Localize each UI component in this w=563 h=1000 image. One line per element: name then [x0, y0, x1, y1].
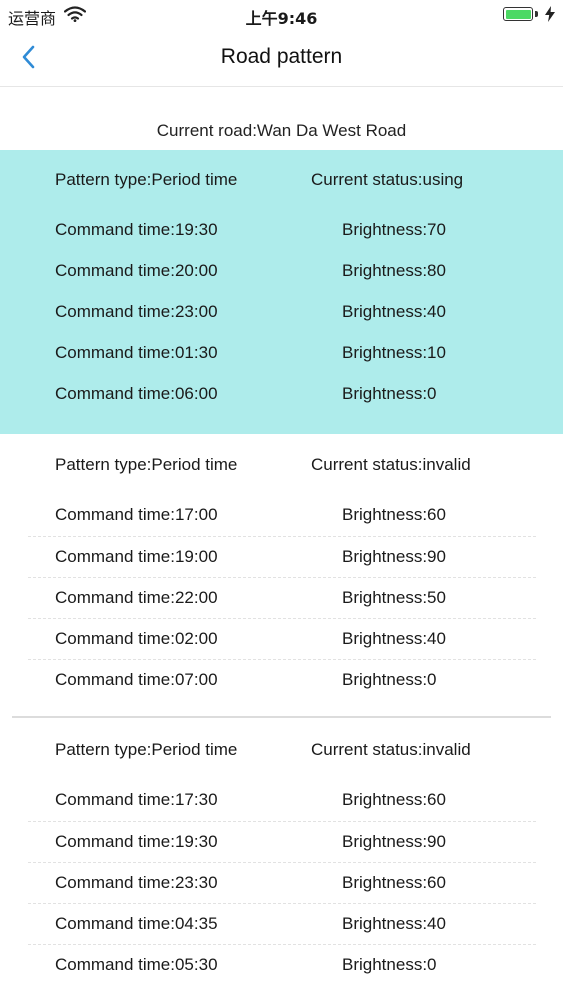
command-row: Command time:07:00 Brightness:0 — [28, 659, 536, 701]
pattern-header: Pattern type:Period time Current status:… — [0, 150, 563, 210]
brightness-value: Brightness:0 — [342, 384, 437, 403]
command-row: Command time:04:35 Brightness:40 — [28, 903, 536, 945]
brightness-value: Brightness:40 — [342, 629, 446, 648]
command-time: Command time:01:30 — [55, 343, 218, 362]
brightness-value: Brightness:70 — [342, 220, 446, 239]
brightness-value: Brightness:40 — [342, 914, 446, 933]
pattern-header: Pattern type:Period time Current status:… — [0, 435, 563, 495]
brightness-value: Brightness:0 — [342, 670, 437, 689]
current-road-label: Current road:Wan Da West Road — [156, 121, 407, 140]
command-time: Command time:02:00 — [55, 629, 218, 648]
command-time: Command time:19:30 — [55, 832, 218, 851]
brightness-value: Brightness:60 — [342, 505, 446, 524]
pattern-card[interactable]: Pattern type:Period time Current status:… — [0, 720, 563, 1000]
section-divider — [12, 716, 551, 718]
pattern-card[interactable]: Pattern type:Period time Current status:… — [0, 435, 563, 717]
command-row: Command time:20:00 Brightness:80 — [28, 251, 536, 292]
command-time: Command time:17:00 — [55, 505, 218, 524]
command-row: Command time:01:30 Brightness:10 — [28, 333, 536, 374]
brightness-value: Brightness:90 — [342, 547, 446, 566]
command-row: Command time:17:00 Brightness:60 — [28, 495, 536, 536]
pattern-type-label: Pattern type:Period time — [55, 455, 238, 474]
command-time: Command time:20:00 — [55, 261, 218, 280]
command-row: Command time:02:00 Brightness:40 — [28, 618, 536, 660]
brightness-value: Brightness:90 — [342, 832, 446, 851]
command-time: Command time:19:30 — [55, 220, 218, 239]
command-time: Command time:06:00 — [55, 384, 218, 403]
command-time: Command time:19:00 — [55, 547, 218, 566]
pattern-status-label: Current status:invalid — [311, 740, 471, 759]
command-time: Command time:23:30 — [55, 873, 218, 892]
command-row: Command time:23:30 Brightness:60 — [28, 862, 536, 904]
navigation-bar: Road pattern — [0, 30, 563, 87]
pattern-status-label: Current status:using — [311, 170, 464, 189]
bolt-icon — [545, 6, 555, 25]
brightness-value: Brightness:10 — [342, 343, 446, 362]
pattern-status-label: Current status:invalid — [311, 455, 471, 474]
pattern-card[interactable]: Pattern type:Period time Current status:… — [0, 150, 563, 434]
battery-level-fill — [505, 9, 531, 19]
brightness-value: Brightness:60 — [342, 790, 446, 809]
command-time: Command time:04:35 — [55, 914, 218, 933]
command-row: Command time:05:30 Brightness:0 — [28, 944, 536, 986]
status-time: 上午9:46 — [245, 9, 318, 28]
command-row: Command time:19:00 Brightness:90 — [28, 536, 536, 578]
command-time: Command time:23:00 — [55, 302, 218, 321]
pattern-header: Pattern type:Period time Current status:… — [0, 720, 563, 780]
command-row: Command time:17:30 Brightness:60 — [28, 780, 536, 821]
brightness-value: Brightness:80 — [342, 261, 446, 280]
brightness-value: Brightness:50 — [342, 588, 446, 607]
command-time: Command time:22:00 — [55, 588, 218, 607]
command-row: Command time:19:30 Brightness:90 — [28, 821, 536, 863]
command-time: Command time:05:30 — [55, 955, 218, 974]
command-row: Command time:23:00 Brightness:40 — [28, 292, 536, 333]
battery-icon — [503, 7, 533, 21]
status-bar: 运营商 上午9:46 — [0, 0, 563, 30]
brightness-value: Brightness:60 — [342, 873, 446, 892]
command-row: Command time:22:00 Brightness:50 — [28, 577, 536, 619]
brightness-value: Brightness:40 — [342, 302, 446, 321]
battery-cap — [535, 11, 538, 17]
command-row: Command time:06:00 Brightness:0 — [28, 374, 536, 415]
pattern-type-label: Pattern type:Period time — [55, 170, 238, 189]
brightness-value: Brightness:0 — [342, 955, 437, 974]
pattern-type-label: Pattern type:Period time — [55, 740, 238, 759]
command-time: Command time:17:30 — [55, 790, 218, 809]
command-row: Command time:19:30 Brightness:70 — [28, 210, 536, 251]
command-time: Command time:07:00 — [55, 670, 218, 689]
page-title: Road pattern — [220, 45, 343, 68]
